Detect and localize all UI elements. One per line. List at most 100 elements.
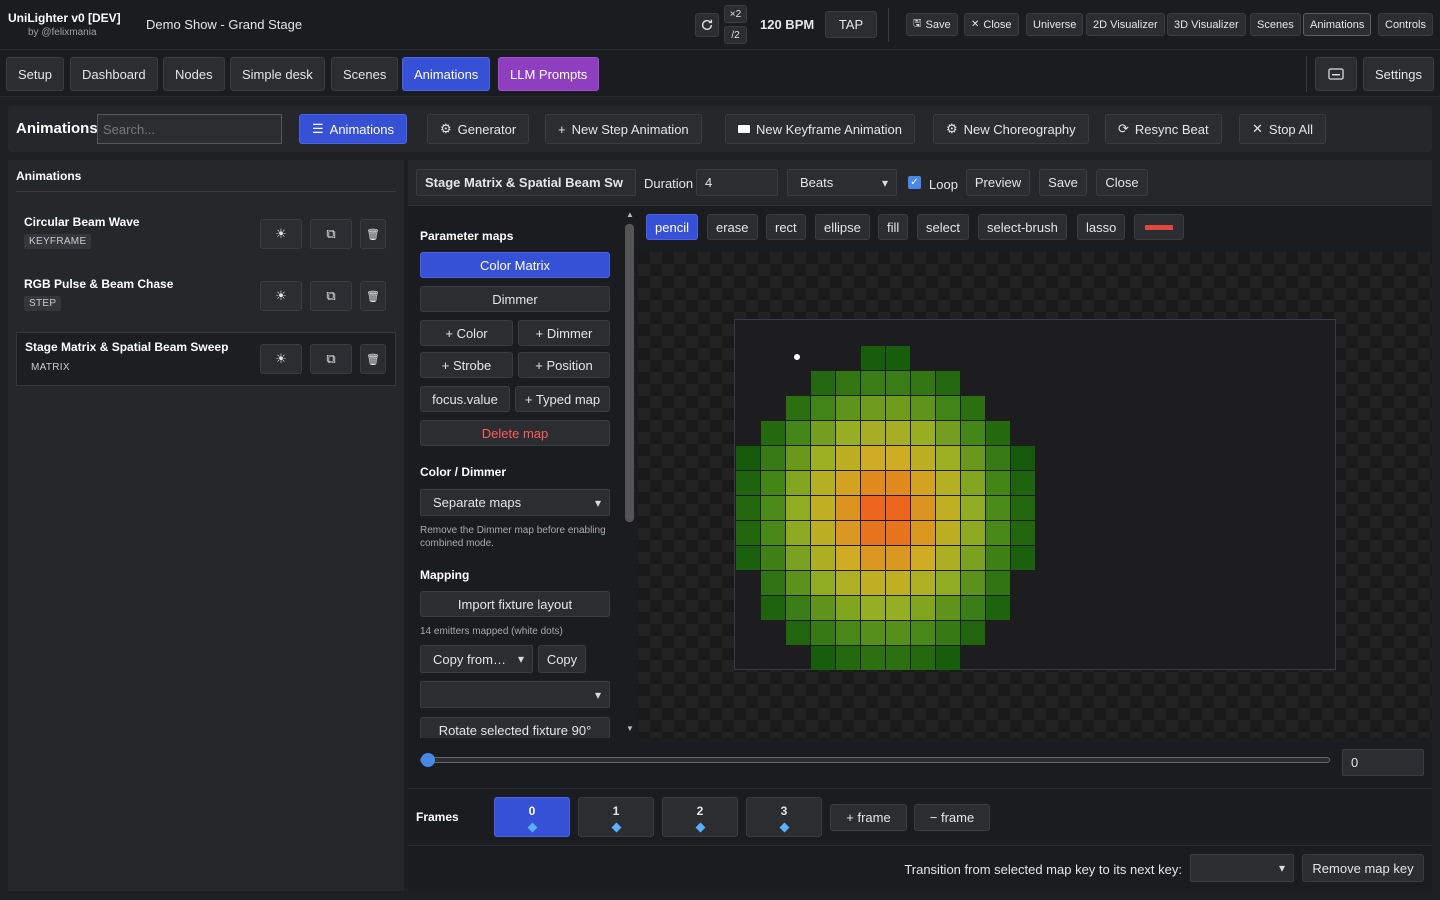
new-step-button[interactable]: + New Step Animation: [545, 114, 702, 144]
matrix-cell[interactable]: [861, 421, 885, 445]
matrix-cell[interactable]: [861, 646, 885, 670]
matrix-cell[interactable]: [861, 621, 885, 645]
animation-name-input[interactable]: Stage Matrix & Spatial Beam Sw: [416, 169, 636, 196]
matrix-cell[interactable]: [961, 571, 985, 595]
add-position-map-button[interactable]: + Position: [518, 352, 610, 378]
resync-beat-button[interactable]: ⟳ Resync Beat: [1105, 114, 1222, 144]
search-input[interactable]: [97, 114, 282, 144]
matrix-cell[interactable]: [786, 446, 810, 470]
matrix-cell[interactable]: [811, 646, 835, 670]
matrix-cell[interactable]: [836, 546, 860, 570]
matrix-cell[interactable]: [761, 571, 785, 595]
matrix-cell[interactable]: [936, 571, 960, 595]
list-item[interactable]: Circular Beam Wave KEYFRAME ☀ ⧉ 🗑: [16, 208, 396, 262]
matrix-cell[interactable]: [861, 521, 885, 545]
matrix-cell[interactable]: [986, 421, 1010, 445]
tool-select-brush[interactable]: select-brush: [978, 214, 1067, 240]
matrix-cell[interactable]: [761, 596, 785, 620]
matrix-cell[interactable]: [936, 446, 960, 470]
matrix-cell[interactable]: [736, 496, 760, 520]
matrix-cell[interactable]: [886, 571, 910, 595]
matrix-cell[interactable]: [861, 446, 885, 470]
add-typed-map-button[interactable]: + Typed map: [515, 386, 610, 412]
add-strobe-map-button[interactable]: + Strobe: [420, 352, 513, 378]
generator-button[interactable]: ⚙ Generator: [427, 114, 530, 144]
stop-all-button[interactable]: ✕ Stop All: [1239, 114, 1326, 144]
matrix-cell[interactable]: [811, 571, 835, 595]
matrix-cell[interactable]: [861, 546, 885, 570]
matrix-cell[interactable]: [836, 396, 860, 420]
tool-pencil[interactable]: pencil: [646, 214, 698, 240]
matrix-cell[interactable]: [911, 371, 935, 395]
matrix-cell[interactable]: [911, 646, 935, 670]
frame-0-button[interactable]: 0: [494, 797, 570, 837]
list-item-selected[interactable]: Stage Matrix & Spatial Beam Sweep MATRIX…: [16, 332, 396, 386]
matrix-cell[interactable]: [886, 621, 910, 645]
delete-map-button[interactable]: Delete map: [420, 420, 610, 446]
matrix-cell[interactable]: [911, 596, 935, 620]
matrix-cell[interactable]: [836, 521, 860, 545]
new-keyframe-button[interactable]: New Keyframe Animation: [725, 114, 915, 144]
animations-button[interactable]: Animations: [1303, 13, 1372, 36]
matrix-cell[interactable]: [761, 546, 785, 570]
matrix-cell[interactable]: [786, 471, 810, 495]
copy-button[interactable]: Copy: [538, 645, 586, 673]
tab-setup[interactable]: Setup: [6, 57, 64, 91]
rotate-fixture-button[interactable]: Rotate selected fixture 90°: [420, 717, 610, 738]
delete-button[interactable]: 🗑: [360, 219, 386, 249]
matrix-cell[interactable]: [961, 471, 985, 495]
delete-button[interactable]: 🗑: [360, 281, 386, 311]
matrix-cell[interactable]: [761, 471, 785, 495]
frame-1-button[interactable]: 1: [578, 797, 654, 837]
frame-3-button[interactable]: 3: [746, 797, 822, 837]
matrix-cell[interactable]: [961, 446, 985, 470]
matrix-cell[interactable]: [836, 421, 860, 445]
matrix-cell[interactable]: [911, 471, 935, 495]
tab-dashboard[interactable]: Dashboard: [70, 57, 158, 91]
scroll-thumb[interactable]: [625, 224, 634, 522]
save-button[interactable]: 🖫 Save: [906, 13, 958, 36]
list-item[interactable]: RGB Pulse & Beam Chase STEP ☀ ⧉ 🗑: [16, 270, 396, 324]
matrix-cell[interactable]: [786, 521, 810, 545]
matrix-cell[interactable]: [836, 471, 860, 495]
tool-lasso[interactable]: lasso: [1077, 214, 1126, 240]
matrix-cell[interactable]: [986, 521, 1010, 545]
matrix-cell[interactable]: [986, 446, 1010, 470]
matrix-cell[interactable]: [811, 521, 835, 545]
duplicate-button[interactable]: ⧉: [310, 219, 352, 249]
timeline-value-input[interactable]: 0: [1342, 749, 1424, 776]
matrix-cell[interactable]: [836, 621, 860, 645]
matrix-cell[interactable]: [811, 446, 835, 470]
tempo-double-button[interactable]: ×2: [724, 5, 747, 23]
remove-frame-button[interactable]: − frame: [914, 804, 990, 831]
tab-llm-prompts[interactable]: LLM Prompts: [498, 57, 600, 91]
matrix-cell[interactable]: [961, 546, 985, 570]
matrix-cell[interactable]: [936, 496, 960, 520]
import-fixture-layout-button[interactable]: Import fixture layout: [420, 591, 610, 617]
matrix-cell[interactable]: [911, 546, 935, 570]
matrix-cell[interactable]: [736, 521, 760, 545]
matrix-cell[interactable]: [961, 496, 985, 520]
settings-button[interactable]: Settings: [1363, 57, 1434, 91]
matrix-cell[interactable]: [936, 396, 960, 420]
matrix-cell[interactable]: [811, 371, 835, 395]
add-dimmer-map-button[interactable]: + Dimmer: [518, 320, 610, 346]
matrix-cell[interactable]: [886, 371, 910, 395]
matrix-cell[interactable]: [936, 621, 960, 645]
matrix-cell[interactable]: [811, 396, 835, 420]
matrix-cell[interactable]: [811, 496, 835, 520]
tool-ellipse[interactable]: ellipse: [815, 214, 870, 240]
map-color-matrix[interactable]: Color Matrix: [420, 252, 610, 278]
matrix-cell[interactable]: [911, 521, 935, 545]
tab-simple-desk[interactable]: Simple desk: [230, 57, 325, 91]
scenes-button[interactable]: Scenes: [1250, 13, 1301, 36]
viz3d-button[interactable]: 3D Visualizer: [1167, 13, 1246, 36]
matrix-cell[interactable]: [836, 371, 860, 395]
matrix-cell[interactable]: [861, 471, 885, 495]
duplicate-button[interactable]: ⧉: [310, 344, 352, 374]
matrix-cell[interactable]: [961, 521, 985, 545]
matrix-cell[interactable]: [936, 646, 960, 670]
delete-button[interactable]: 🗑: [360, 344, 386, 374]
matrix-cell[interactable]: [836, 496, 860, 520]
timeline-slider[interactable]: [420, 753, 1330, 767]
